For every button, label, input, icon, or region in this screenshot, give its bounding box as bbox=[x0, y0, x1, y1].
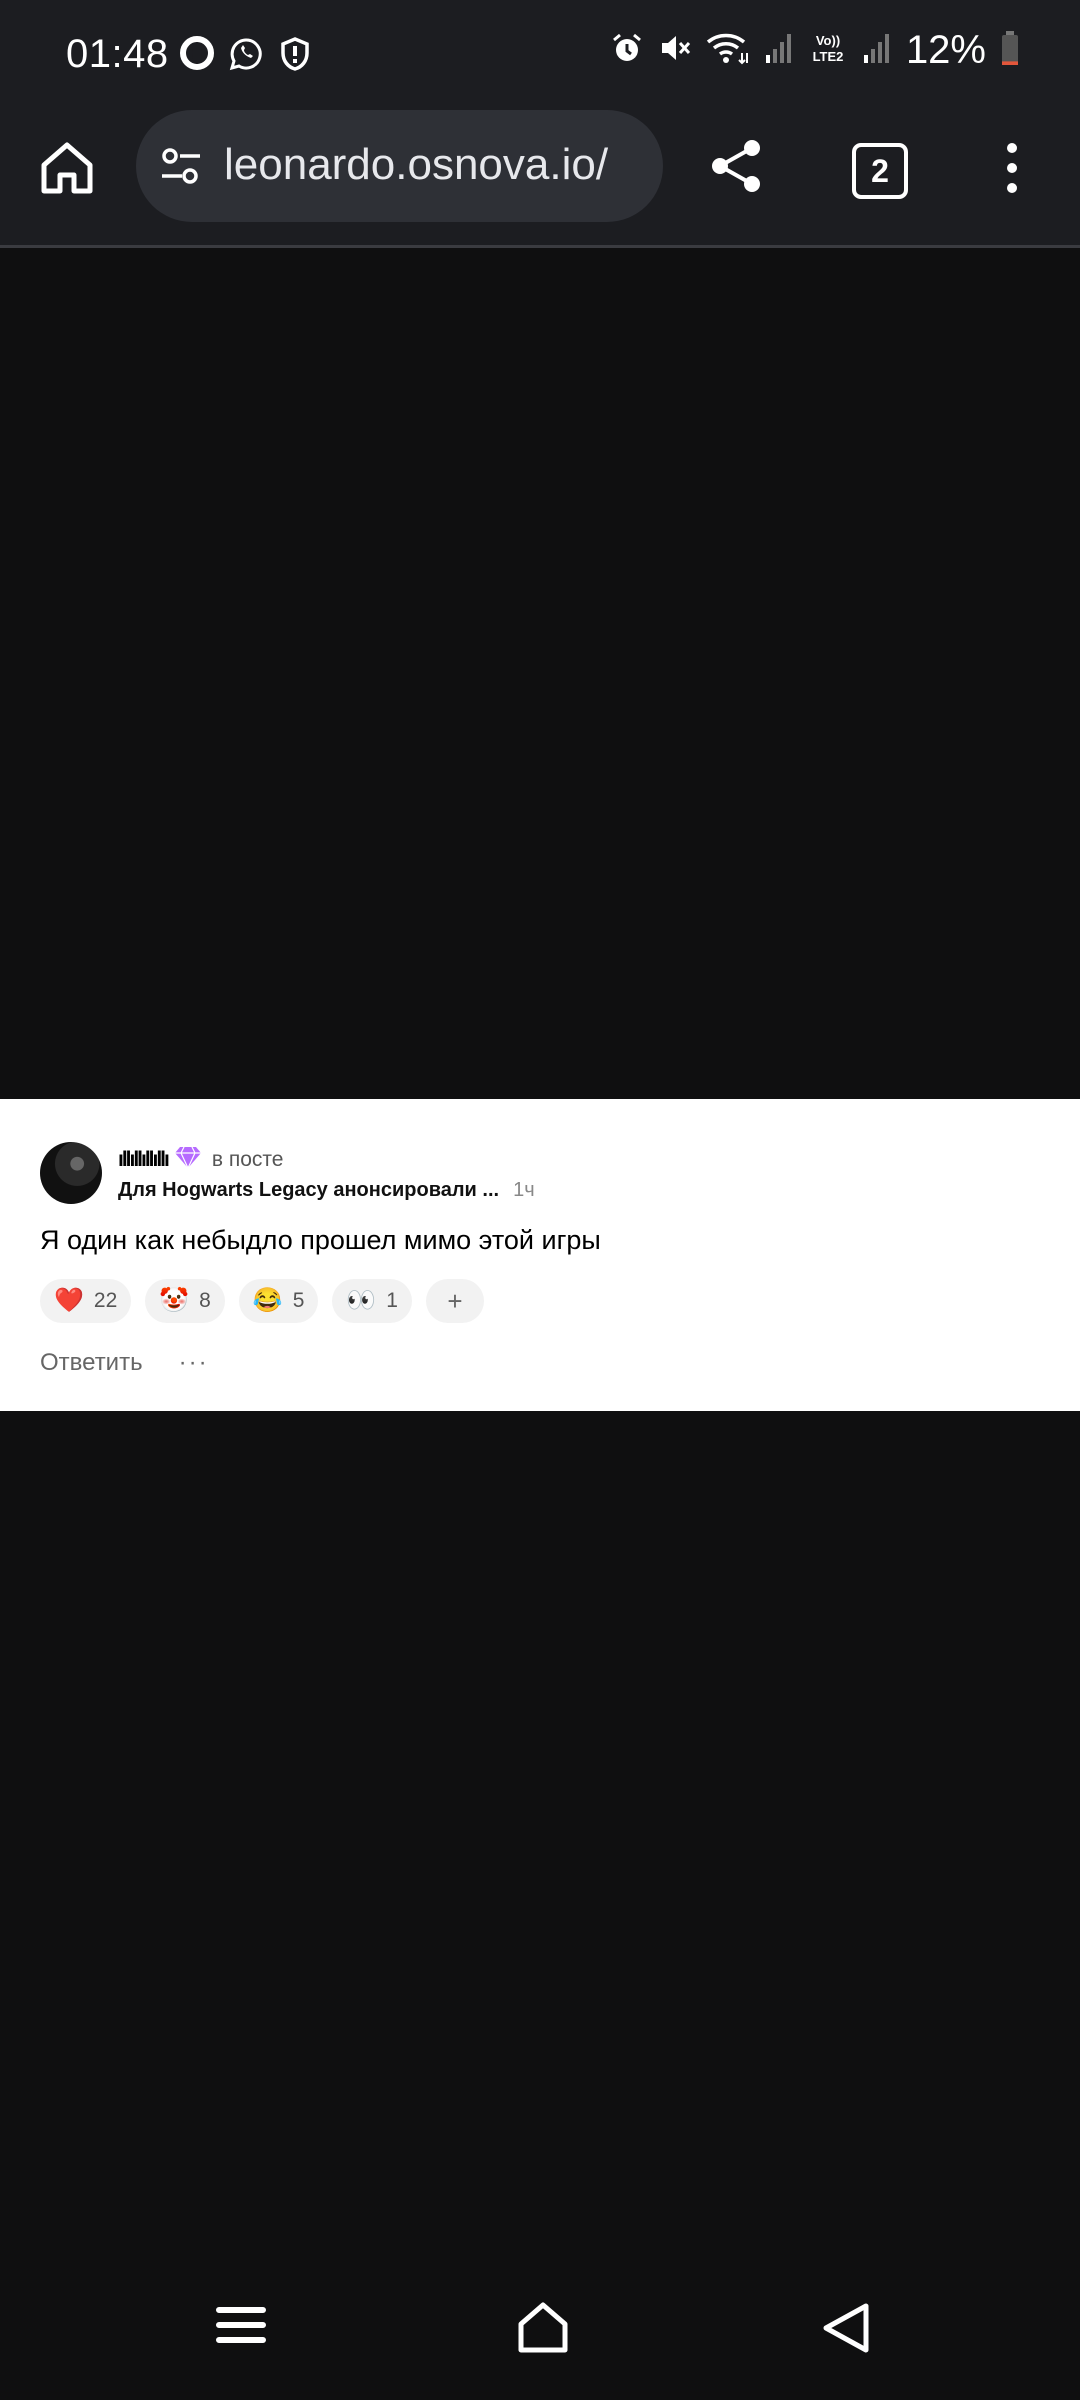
signal-icon bbox=[862, 31, 892, 70]
volte-icon: Vo)) LTE2 bbox=[808, 31, 848, 70]
browser-toolbar: leonardo.osnova.io/ 2 bbox=[0, 110, 1080, 248]
status-left-icons bbox=[180, 36, 312, 77]
signal-icon bbox=[764, 31, 794, 70]
recents-icon[interactable] bbox=[215, 2304, 267, 2351]
status-right: Vo)) LTE2 12% bbox=[610, 28, 1020, 73]
reaction-clown[interactable]: 🤡 8 bbox=[145, 1279, 225, 1323]
post-link[interactable]: Для Hogwarts Legacy анонсировали ... bbox=[118, 1179, 499, 1202]
gem-icon bbox=[174, 1145, 202, 1174]
avatar[interactable] bbox=[40, 1142, 102, 1204]
back-icon[interactable] bbox=[818, 2300, 874, 2361]
post-row: Для Hogwarts Legacy анонсировали ... 1ч bbox=[118, 1179, 535, 1202]
svg-text:Vo)): Vo)) bbox=[816, 33, 840, 48]
laugh-icon: 😂 bbox=[252, 1287, 283, 1314]
reaction-count: 22 bbox=[93, 1289, 118, 1312]
heart-icon: ❤️ bbox=[54, 1287, 84, 1314]
reaction-count: 5 bbox=[292, 1289, 305, 1312]
author-name[interactable]: ıllıllıllıllı bbox=[118, 1148, 170, 1172]
alarm-icon bbox=[610, 31, 644, 70]
navigation-bar bbox=[0, 2260, 1080, 2400]
author-row: ıllıllıllıllı в посте bbox=[118, 1145, 283, 1174]
in-post-label: в посте bbox=[211, 1147, 284, 1171]
tab-switcher-button[interactable]: 2 bbox=[852, 143, 908, 199]
reactions-row: ❤️ 22 🤡 8 😂 5 👀 1 + bbox=[40, 1279, 484, 1323]
add-reaction-button[interactable]: + bbox=[425, 1279, 484, 1323]
url-bar[interactable]: leonardo.osnova.io/ bbox=[136, 110, 663, 222]
status-time: 01:48 bbox=[66, 32, 169, 76]
whatsapp-icon bbox=[228, 36, 264, 77]
reaction-laugh[interactable]: 😂 5 bbox=[238, 1279, 319, 1323]
comment-text: Я один как небыдло прошел мимо этой игры bbox=[40, 1225, 601, 1255]
wifi-icon bbox=[706, 31, 750, 70]
reaction-heart[interactable]: ❤️ 22 bbox=[40, 1279, 132, 1323]
reaction-eyes[interactable]: 👀 1 bbox=[332, 1279, 412, 1323]
share-icon[interactable] bbox=[706, 136, 766, 201]
more-vert-icon[interactable] bbox=[1000, 140, 1024, 201]
reaction-count: 8 bbox=[199, 1289, 211, 1312]
comment-time: 1ч bbox=[513, 1179, 535, 1201]
eyes-icon: 👀 bbox=[346, 1287, 377, 1314]
opera-icon bbox=[180, 36, 214, 77]
battery-percent: 12% bbox=[905, 28, 986, 72]
tune-icon[interactable] bbox=[158, 144, 204, 195]
reaction-count: 1 bbox=[386, 1289, 398, 1312]
shield-icon bbox=[278, 36, 312, 77]
more-options-button[interactable]: ··· bbox=[179, 1349, 209, 1377]
url-text: leonardo.osnova.io/ bbox=[224, 140, 609, 189]
comment-card[interactable]: ıllıllıllıllı в посте Для Hogwarts Legac… bbox=[0, 1099, 1080, 1411]
battery-icon bbox=[1000, 30, 1020, 71]
reply-button[interactable]: Ответить bbox=[40, 1349, 143, 1377]
home-icon[interactable] bbox=[36, 137, 98, 199]
comment-actions: Ответить ··· bbox=[40, 1349, 209, 1377]
clown-icon: 🤡 bbox=[159, 1287, 190, 1314]
svg-text:LTE2: LTE2 bbox=[813, 49, 844, 64]
status-bar: 01:48 Vo)) LTE2 12% bbox=[0, 0, 1080, 110]
home-icon[interactable] bbox=[515, 2300, 571, 2361]
mute-icon bbox=[658, 31, 692, 70]
